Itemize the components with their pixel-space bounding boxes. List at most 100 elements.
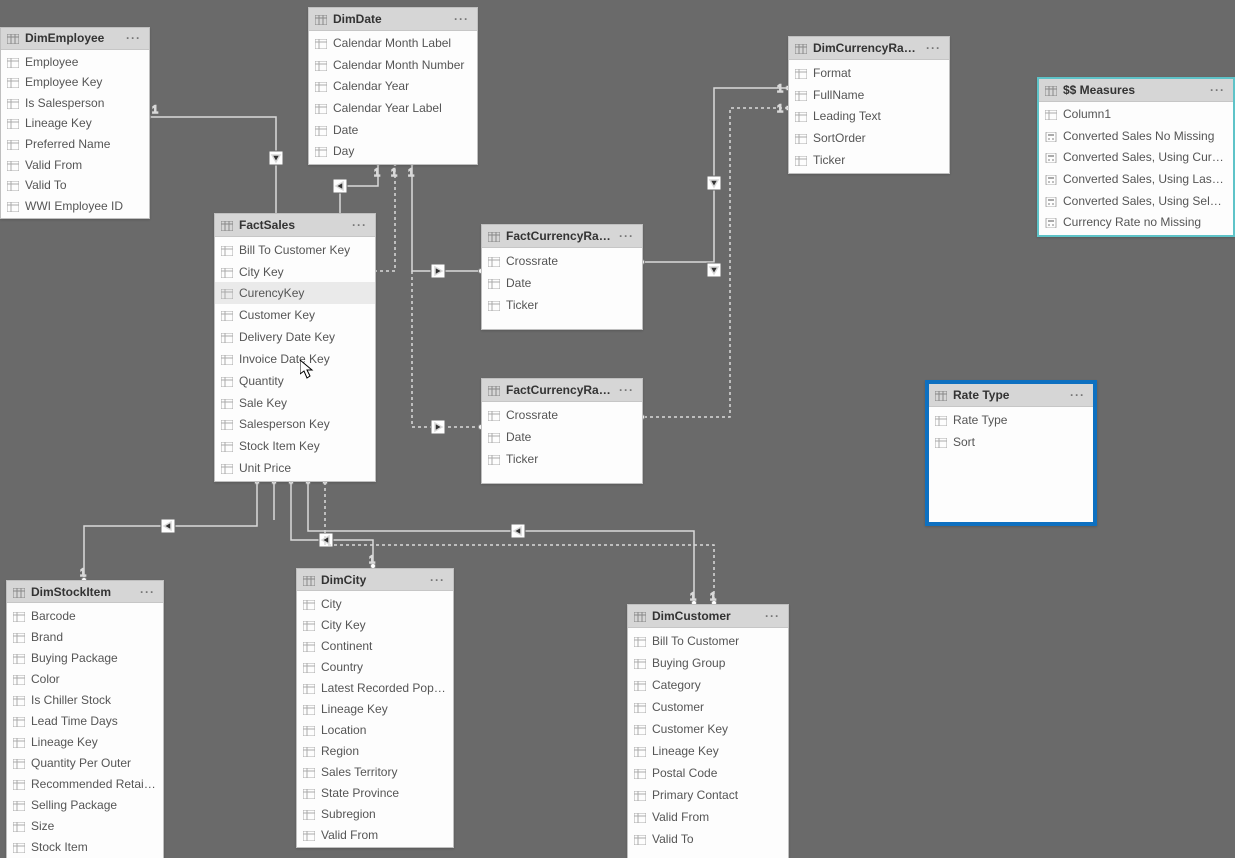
field-row[interactable]: Leading Text	[789, 105, 949, 127]
table-menu-button[interactable]: ···	[452, 12, 471, 26]
table-ratetype[interactable]: Rate Type ··· Rate TypeSort	[925, 380, 1097, 526]
table-menu-button[interactable]: ···	[617, 229, 636, 243]
field-row[interactable]: Crossrate	[482, 250, 642, 272]
field-row[interactable]: Customer	[628, 696, 788, 718]
field-row[interactable]: Currency Rate no Missing	[1039, 211, 1233, 233]
field-row[interactable]: Date	[309, 119, 477, 141]
field-row[interactable]: Is Chiller Stock	[7, 689, 163, 710]
field-row[interactable]: Valid To	[1, 175, 149, 196]
field-row[interactable]: Selling Package	[7, 794, 163, 815]
field-row[interactable]: Crossrate	[482, 404, 642, 426]
field-row[interactable]: Valid To	[628, 828, 788, 850]
field-row[interactable]: State Province	[297, 782, 453, 803]
field-row[interactable]: Employee	[1, 52, 149, 73]
field-row[interactable]: Is Salesperson	[1, 93, 149, 114]
table-dimemployee[interactable]: DimEmployee ··· EmployeeEmployee KeyIs S…	[0, 27, 150, 219]
field-row[interactable]: Ticker	[482, 294, 642, 316]
field-row[interactable]: Stock Item	[7, 836, 163, 857]
field-row[interactable]: Employee Key	[1, 72, 149, 93]
field-row[interactable]: Sale Key	[215, 392, 375, 414]
table-dimcurrencyrates[interactable]: DimCurrencyRates ··· FormatFullNameLeadi…	[788, 36, 950, 174]
table-header[interactable]: $$ Measures ···	[1039, 79, 1233, 102]
field-row[interactable]: CurencyKey	[215, 282, 375, 304]
table-menu-button[interactable]: ···	[617, 383, 636, 397]
field-row[interactable]: Country	[297, 656, 453, 677]
field-row[interactable]: Lineage Key	[297, 698, 453, 719]
field-row[interactable]: Salesperson Key	[215, 413, 375, 435]
field-row[interactable]: Continent	[297, 635, 453, 656]
table-dimdate[interactable]: DimDate ··· Calendar Month LabelCalendar…	[308, 7, 478, 165]
table-header[interactable]: DimCurrencyRates ···	[789, 37, 949, 60]
table-header[interactable]: DimStockItem ···	[7, 581, 163, 603]
field-row[interactable]: City Key	[215, 261, 375, 283]
field-row[interactable]: Stock Item Key	[215, 435, 375, 457]
field-row[interactable]: Converted Sales, Using Last Rep...	[1039, 168, 1233, 190]
field-row[interactable]: Sort	[929, 431, 1093, 453]
table-header[interactable]: DimEmployee ···	[1, 28, 149, 50]
table-header[interactable]: DimDate ···	[309, 8, 477, 31]
table-menu-button[interactable]: ···	[124, 31, 143, 45]
field-row[interactable]: Ticker	[482, 448, 642, 470]
table-header[interactable]: DimCustomer ···	[628, 605, 788, 628]
table-header[interactable]: FactSales ···	[215, 214, 375, 237]
field-row[interactable]: Calendar Month Number	[309, 54, 477, 76]
field-row[interactable]: Valid From	[1, 154, 149, 175]
field-row[interactable]: Brand	[7, 626, 163, 647]
table-dimcustomer[interactable]: DimCustomer ··· Bill To CustomerBuying G…	[627, 604, 789, 858]
field-row[interactable]: Format	[789, 62, 949, 84]
field-row[interactable]: Barcode	[7, 605, 163, 626]
field-row[interactable]: City Key	[297, 614, 453, 635]
field-row[interactable]: Lead Time Days	[7, 710, 163, 731]
field-row[interactable]: Converted Sales No Missing	[1039, 125, 1233, 147]
table-menu-button[interactable]: ···	[428, 573, 447, 587]
field-row[interactable]: Region	[297, 740, 453, 761]
table-menu-button[interactable]: ···	[763, 609, 782, 623]
field-row[interactable]: Delivery Date Key	[215, 326, 375, 348]
field-row[interactable]: Calendar Month Label	[309, 33, 477, 55]
field-row[interactable]: Unit Price	[215, 457, 375, 479]
field-row[interactable]: Valid From	[628, 806, 788, 828]
field-row[interactable]: Valid From	[297, 824, 453, 845]
field-row[interactable]: Recommended Retail Price	[7, 773, 163, 794]
table-menu-button[interactable]: ···	[1068, 388, 1087, 402]
table-dimstockitem[interactable]: DimStockItem ··· BarcodeBrandBuying Pack…	[6, 580, 164, 858]
field-row[interactable]: Postal Code	[628, 762, 788, 784]
field-row[interactable]: Date	[482, 426, 642, 448]
table-dimcity[interactable]: DimCity ··· CityCity KeyContinentCountry…	[296, 568, 454, 848]
field-row[interactable]: Buying Package	[7, 647, 163, 668]
table-menu-button[interactable]: ···	[924, 41, 943, 55]
field-row[interactable]: Customer Key	[628, 718, 788, 740]
table-measures[interactable]: $$ Measures ··· Column1Converted Sales N…	[1037, 77, 1235, 237]
field-row[interactable]: Lineage Key	[7, 731, 163, 752]
field-row[interactable]: Bill To Customer Key	[215, 239, 375, 261]
table-header[interactable]: Rate Type ···	[929, 384, 1093, 407]
field-row[interactable]: Color	[7, 668, 163, 689]
field-row[interactable]: Quantity Per Outer	[7, 752, 163, 773]
field-row[interactable]: City	[297, 593, 453, 614]
field-row[interactable]: Preferred Name	[1, 134, 149, 155]
field-row[interactable]: WWI Employee ID	[1, 195, 149, 216]
field-row[interactable]: Lineage Key	[628, 740, 788, 762]
table-header[interactable]: FactCurrencyRates... ···	[482, 379, 642, 402]
field-row[interactable]: Bill To Customer	[628, 630, 788, 652]
field-row[interactable]: Calendar Year Label	[309, 97, 477, 119]
field-row[interactable]: Converted Sales, Using Current ...	[1039, 147, 1233, 169]
field-row[interactable]: Day	[309, 140, 477, 162]
field-row[interactable]: Invoice Date Key	[215, 348, 375, 370]
field-row[interactable]: FullName	[789, 84, 949, 106]
field-row[interactable]: Rate Type	[929, 409, 1093, 431]
table-menu-button[interactable]: ···	[350, 218, 369, 232]
field-row[interactable]: Latest Recorded Populati...	[297, 677, 453, 698]
field-row[interactable]: Sales Territory	[297, 761, 453, 782]
field-row[interactable]: SortOrder	[789, 127, 949, 149]
field-row[interactable]: Lineage Key	[1, 113, 149, 134]
table-menu-button[interactable]: ···	[138, 585, 157, 599]
field-row[interactable]: Size	[7, 815, 163, 836]
field-row[interactable]: Location	[297, 719, 453, 740]
table-header[interactable]: DimCity ···	[297, 569, 453, 591]
field-row[interactable]: Column1	[1039, 104, 1233, 126]
field-row[interactable]: Primary Contact	[628, 784, 788, 806]
field-row[interactable]: Date	[482, 272, 642, 294]
field-row[interactable]: Calendar Year	[309, 76, 477, 98]
table-factsales[interactable]: FactSales ··· Bill To Customer KeyCity K…	[214, 213, 376, 482]
